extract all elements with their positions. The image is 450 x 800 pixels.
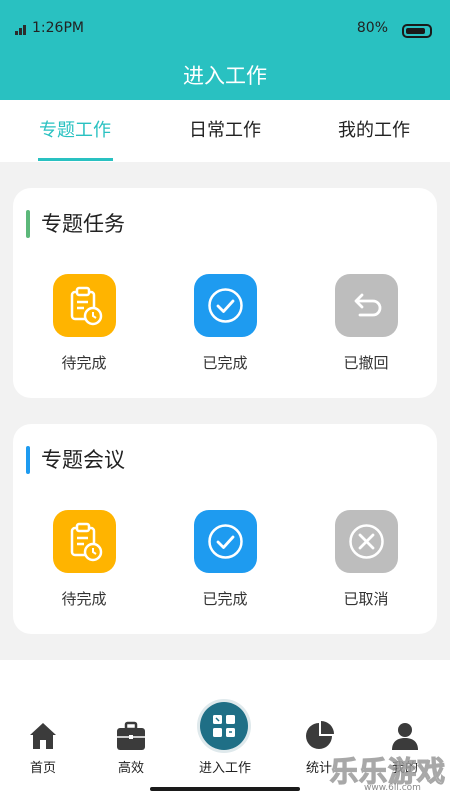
nav-enter-work[interactable]: 进入工作 bbox=[190, 720, 260, 780]
undo-arrow-icon bbox=[335, 274, 398, 337]
nav-efficiency[interactable]: 高效 bbox=[96, 720, 166, 780]
watermark-site: www.6ll.com bbox=[364, 783, 421, 793]
check-circle-icon bbox=[194, 274, 257, 337]
card-title: 专题任务 bbox=[41, 212, 125, 236]
meeting-completed-button[interactable]: 已完成 bbox=[175, 510, 275, 620]
status-bar: 1:26PM 80% bbox=[0, 0, 450, 56]
briefcase-icon bbox=[117, 721, 145, 750]
item-label: 已取消 bbox=[343, 590, 389, 608]
watermark: 乐乐游戏 www.6ll.com bbox=[329, 750, 448, 798]
user-icon bbox=[392, 723, 418, 750]
tab-my-work[interactable]: 我的工作 bbox=[324, 100, 424, 162]
card-accent-bar bbox=[26, 446, 30, 474]
nav-label: 高效 bbox=[117, 761, 144, 776]
active-tab-indicator bbox=[38, 158, 113, 161]
nav-label: 首页 bbox=[29, 761, 56, 776]
bottom-navigation: 首页 高效 进入工作 统计 我的 乐乐游戏 www.6ll.com bbox=[0, 660, 450, 800]
pie-chart-icon bbox=[306, 721, 334, 749]
card-title: 专题会议 bbox=[41, 448, 125, 472]
signal-icon bbox=[15, 25, 27, 35]
check-circle-icon bbox=[194, 510, 257, 573]
close-circle-icon bbox=[335, 510, 398, 573]
app-header: 1:26PM 80% 进入工作 bbox=[0, 0, 450, 100]
meeting-pending-button[interactable]: 待完成 bbox=[34, 510, 134, 620]
clipboard-clock-icon bbox=[53, 510, 116, 573]
battery-icon bbox=[402, 24, 432, 38]
meeting-cancelled-button[interactable]: 已取消 bbox=[316, 510, 416, 620]
nav-label: 进入工作 bbox=[198, 761, 251, 776]
item-label: 已完成 bbox=[202, 590, 248, 608]
nav-home[interactable]: 首页 bbox=[8, 720, 78, 780]
task-withdrawn-button[interactable]: 已撤回 bbox=[316, 274, 416, 384]
tab-bar: 专题工作 日常工作 我的工作 bbox=[0, 100, 450, 162]
card-special-tasks: 专题任务 待完成 已完成 已撤回 bbox=[13, 188, 437, 398]
item-label: 待完成 bbox=[61, 590, 107, 608]
page-title: 进入工作 bbox=[183, 64, 267, 88]
tab-special-work[interactable]: 专题工作 bbox=[25, 100, 125, 162]
battery-percentage: 80% bbox=[356, 20, 388, 36]
status-time: 1:26PM bbox=[32, 20, 84, 36]
item-label: 已撤回 bbox=[343, 354, 389, 372]
home-indicator bbox=[150, 787, 300, 791]
home-icon bbox=[30, 723, 56, 749]
item-label: 待完成 bbox=[61, 354, 107, 372]
task-pending-button[interactable]: 待完成 bbox=[34, 274, 134, 384]
card-accent-bar bbox=[26, 210, 30, 238]
task-completed-button[interactable]: 已完成 bbox=[175, 274, 275, 384]
card-special-meetings: 专题会议 待完成 已完成 已取消 bbox=[13, 424, 437, 634]
tab-daily-work[interactable]: 日常工作 bbox=[175, 100, 275, 162]
item-label: 已完成 bbox=[202, 354, 248, 372]
clipboard-clock-icon bbox=[53, 274, 116, 337]
